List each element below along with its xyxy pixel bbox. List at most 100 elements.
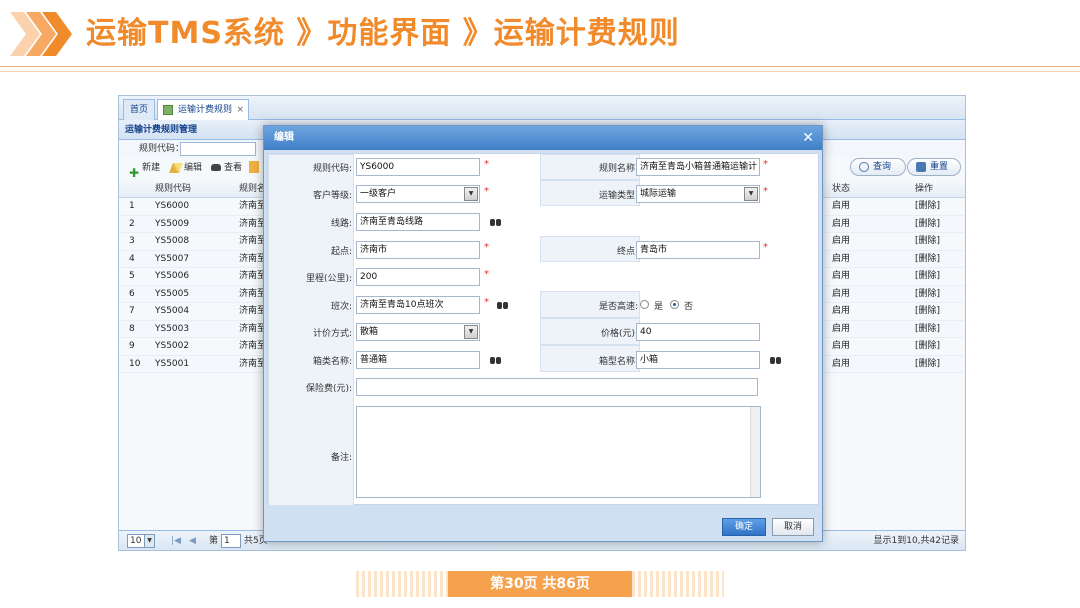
tab-transport-billing-rule[interactable]: 运输计费规则 × bbox=[157, 99, 250, 120]
pricing-select[interactable]: 散箱 ▼ bbox=[356, 323, 480, 341]
destination-field[interactable]: 青岛市 bbox=[636, 241, 760, 259]
row-number: 7 bbox=[129, 306, 135, 316]
required-mark: * bbox=[763, 186, 768, 197]
col-status[interactable]: 状态 bbox=[832, 180, 850, 198]
col-rule-name[interactable]: 规则名 bbox=[239, 180, 266, 198]
slide-title: 运输TMS系统 》功能界面 》运输计费规则 bbox=[86, 16, 680, 51]
delete-link[interactable]: [删除] bbox=[915, 233, 940, 250]
delete-link[interactable]: [删除] bbox=[915, 286, 940, 303]
query-button[interactable]: 查询 bbox=[850, 158, 906, 176]
binoculars-icon[interactable] bbox=[490, 217, 501, 226]
rule-code-cell: YS6000 bbox=[155, 201, 190, 211]
reset-button[interactable]: 重置 bbox=[907, 158, 961, 176]
remark-textarea[interactable] bbox=[356, 406, 761, 498]
box-class-label: 箱类名称: bbox=[312, 357, 352, 367]
close-icon[interactable]: ✕ bbox=[802, 126, 814, 150]
price-field[interactable]: 40 bbox=[636, 323, 760, 341]
delete-link[interactable]: [删除] bbox=[915, 251, 940, 268]
transport-type-select[interactable]: 城际运输 ▼ bbox=[636, 185, 760, 203]
rule-code-cell: YS5002 bbox=[155, 341, 190, 351]
origin-field[interactable]: 济南市 bbox=[356, 241, 480, 259]
transport-type-label: 运输类型: bbox=[598, 191, 638, 201]
customer-level-select[interactable]: 一级客户 ▼ bbox=[356, 185, 480, 203]
shift-label: 班次: bbox=[330, 302, 352, 312]
insurance-field[interactable] bbox=[356, 378, 758, 396]
mileage-label: 里程(公里): bbox=[305, 274, 352, 284]
confirm-button[interactable]: 确定 bbox=[722, 518, 766, 536]
binoculars-icon[interactable] bbox=[497, 300, 508, 309]
delete-link[interactable]: [删除] bbox=[915, 303, 940, 320]
status-cell: 启用 bbox=[832, 218, 851, 229]
view-button[interactable]: 查看 bbox=[211, 158, 242, 178]
col-action[interactable]: 操作 bbox=[915, 180, 933, 198]
binoculars-icon[interactable] bbox=[770, 355, 781, 364]
delete-link[interactable]: [删除] bbox=[915, 338, 940, 355]
page-number-input[interactable]: 1 bbox=[221, 534, 241, 548]
rule-code-cell: YS5006 bbox=[155, 271, 190, 281]
delete-link[interactable]: [删除] bbox=[915, 198, 940, 215]
status-cell: 启用 bbox=[832, 306, 851, 316]
highway-no-label: 否 bbox=[684, 302, 694, 312]
delete-link[interactable]: [删除] bbox=[915, 356, 940, 373]
highway-no-radio[interactable] bbox=[670, 300, 679, 309]
row-number: 10 bbox=[129, 358, 141, 369]
route-field[interactable]: 济南至青岛线路 bbox=[356, 213, 480, 231]
page-size-select[interactable]: 10 ▼ bbox=[127, 534, 155, 548]
rule-code-field[interactable]: YS6000 bbox=[356, 158, 480, 176]
rule-name-cell: 济南至 bbox=[239, 358, 267, 369]
pricing-value: 散箱 bbox=[360, 327, 379, 337]
shift-field[interactable]: 济南至青岛10点班次 bbox=[356, 296, 480, 314]
status-cell: 启用 bbox=[832, 288, 851, 299]
rule-name-cell: 济南至 bbox=[239, 306, 267, 316]
status-cell: 启用 bbox=[832, 323, 851, 334]
tab-bar: 首页 运输计费规则 × bbox=[119, 96, 965, 120]
first-page-icon[interactable]: |◀ bbox=[171, 531, 181, 551]
new-label: 新建 bbox=[142, 163, 161, 173]
rule-code-cell: YS5007 bbox=[155, 253, 190, 264]
required-mark: * bbox=[484, 297, 489, 308]
binoculars-icon[interactable] bbox=[490, 355, 501, 364]
box-class-field[interactable]: 普通箱 bbox=[356, 351, 480, 369]
edit-label: 编辑 bbox=[184, 163, 203, 173]
scrollbar[interactable] bbox=[750, 407, 760, 497]
tab-page-icon bbox=[163, 105, 173, 115]
mileage-field[interactable]: 200 bbox=[356, 268, 480, 286]
row-number: 6 bbox=[129, 288, 135, 299]
required-mark: * bbox=[763, 159, 768, 170]
row-number: 4 bbox=[129, 253, 135, 264]
export-icon[interactable] bbox=[249, 161, 259, 173]
edit-dialog: 编辑 ✕ 规则代码: YS6000 * 规则名称: 济南至青岛小箱普通箱运输计 … bbox=[263, 125, 823, 542]
highway-yes-radio[interactable] bbox=[640, 300, 649, 309]
highway-label: 是否高速: bbox=[598, 302, 638, 312]
rule-name-field[interactable]: 济南至青岛小箱普通箱运输计 bbox=[636, 158, 760, 176]
destination-label: 终点: bbox=[616, 247, 638, 257]
delete-link[interactable]: [删除] bbox=[915, 268, 940, 285]
search-icon bbox=[859, 162, 869, 172]
tab-close-icon[interactable]: × bbox=[236, 100, 244, 120]
box-type-field[interactable]: 小箱 bbox=[636, 351, 760, 369]
tab-home[interactable]: 首页 bbox=[123, 99, 156, 120]
page-indicator: 第30页 共86页 bbox=[490, 576, 590, 592]
rule-name-cell: 济南至 bbox=[239, 201, 267, 211]
rule-name-cell: 济南至 bbox=[239, 341, 267, 351]
row-number: 9 bbox=[129, 341, 135, 351]
rule-name-cell: 济南至 bbox=[239, 323, 267, 334]
cancel-button[interactable]: 取消 bbox=[772, 518, 814, 536]
delete-link[interactable]: [删除] bbox=[915, 216, 940, 233]
query-label: 查询 bbox=[873, 162, 892, 172]
required-mark: * bbox=[484, 159, 489, 170]
dropdown-arrow-icon: ▼ bbox=[144, 535, 154, 547]
col-rule-code[interactable]: 规则代码 bbox=[155, 180, 191, 198]
row-number: 1 bbox=[129, 201, 135, 211]
status-cell: 启用 bbox=[832, 358, 851, 369]
prev-page-icon[interactable]: ◀ bbox=[189, 531, 196, 551]
customer-level-value: 一级客户 bbox=[360, 189, 397, 199]
edit-button[interactable]: 编辑 bbox=[169, 158, 203, 178]
rule-code-cell: YS5009 bbox=[155, 218, 190, 229]
rule-code-search-input[interactable] bbox=[180, 142, 256, 156]
delete-link[interactable]: [删除] bbox=[915, 321, 940, 338]
route-label: 线路: bbox=[330, 219, 352, 229]
required-mark: * bbox=[484, 269, 489, 280]
pencil-icon bbox=[169, 162, 183, 173]
new-button[interactable]: ✚ 新建 bbox=[129, 158, 161, 180]
